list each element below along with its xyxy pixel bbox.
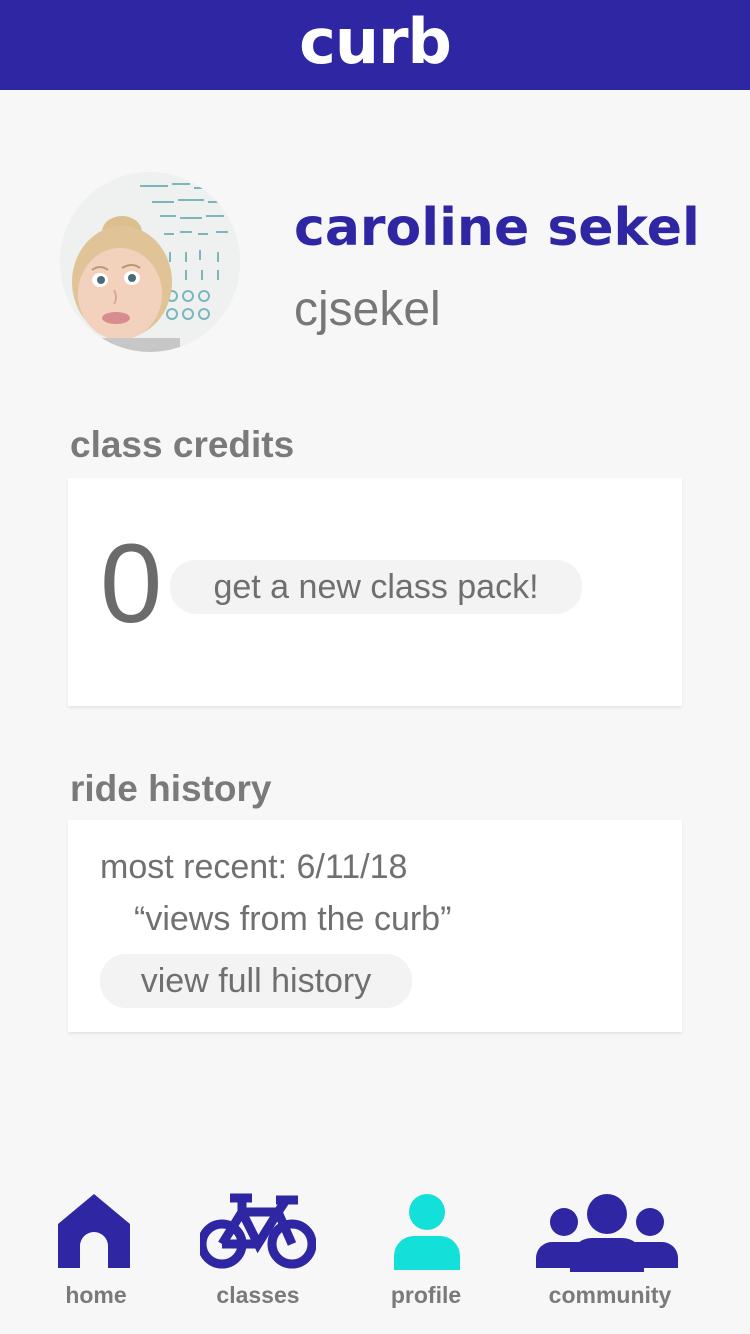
nav-label-home: home (65, 1282, 127, 1308)
most-recent-ride: most recent: 6/11/18 (100, 848, 408, 886)
class-credits-heading: class credits (70, 424, 295, 465)
new-class-pack-button[interactable]: get a new class pack! (170, 560, 582, 614)
credits-count: 0 (100, 521, 163, 646)
nav-label-classes: classes (216, 1282, 300, 1308)
history-card: most recent: 6/11/18 “views from the cur… (68, 820, 682, 1032)
nav-item-community[interactable]: community (530, 1180, 690, 1320)
app-header: curb (0, 0, 750, 90)
recent-class-title: “views from the curb” (134, 900, 452, 938)
user-name: caroline sekel (294, 198, 700, 258)
group-icon (536, 1194, 678, 1272)
ride-history-heading: ride history (70, 768, 272, 809)
person-icon (394, 1194, 460, 1270)
bottom-nav: home classes profile community (0, 1180, 750, 1334)
nav-label-profile: profile (390, 1282, 462, 1308)
curb-logo: curb (299, 5, 452, 78)
credits-card: 0 get a new class pack! (68, 478, 682, 706)
nav-label-community: community (548, 1282, 672, 1308)
avatar (60, 172, 240, 352)
home-icon (58, 1194, 130, 1268)
bike-icon (200, 1193, 316, 1269)
user-handle: cjsekel (294, 283, 441, 336)
nav-item-home[interactable]: home (46, 1180, 146, 1320)
view-full-history-button[interactable]: view full history (100, 954, 412, 1008)
avatar-image (60, 172, 240, 352)
nav-item-profile[interactable]: profile (376, 1180, 476, 1320)
nav-item-classes[interactable]: classes (198, 1180, 318, 1320)
